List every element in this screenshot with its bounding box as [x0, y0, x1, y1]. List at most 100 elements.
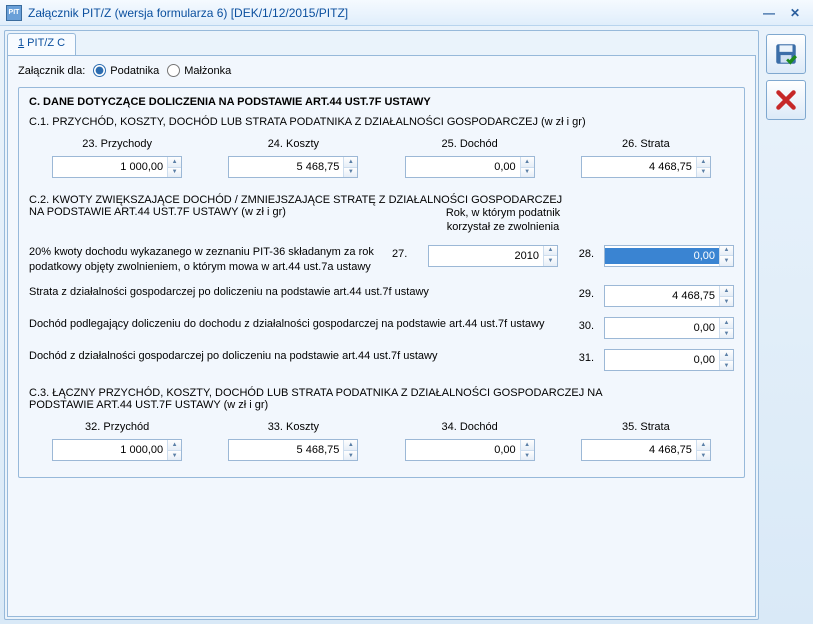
spinner-27[interactable]: ▲▼ — [543, 246, 557, 266]
field-25[interactable]: ▲▼ — [405, 156, 535, 178]
input-34[interactable] — [406, 442, 520, 458]
spin-down-icon[interactable]: ▼ — [720, 329, 733, 339]
section-c1-heading: C.1. PRZYCHÓD, KOSZTY, DOCHÓD LUB STRATA… — [29, 116, 734, 128]
field-33[interactable]: ▲▼ — [228, 439, 358, 461]
spin-up-icon[interactable]: ▲ — [697, 157, 710, 168]
spinner-28[interactable]: ▲▼ — [719, 246, 733, 266]
spin-down-icon[interactable]: ▼ — [544, 256, 557, 266]
spin-up-icon[interactable]: ▲ — [544, 246, 557, 257]
input-35[interactable] — [582, 442, 696, 458]
label-35: 35. Strata — [622, 421, 670, 433]
input-26[interactable] — [582, 159, 696, 175]
section-c2-heading-line1: C.2. KWOTY ZWIĘKSZAJĄCE DOCHÓD / ZMNIEJS… — [29, 194, 734, 206]
spin-up-icon[interactable]: ▲ — [168, 157, 181, 168]
section-c-panel: C. DANE DOTYCZĄCE DOLICZENIA NA PODSTAWI… — [18, 87, 745, 478]
input-31[interactable] — [605, 352, 719, 368]
field-27[interactable]: ▲▼ — [428, 245, 558, 267]
spinner-24[interactable]: ▲▼ — [343, 157, 357, 177]
radio-podatnika[interactable]: Podatnika — [93, 64, 159, 77]
spin-down-icon[interactable]: ▼ — [344, 451, 357, 461]
spin-down-icon[interactable]: ▼ — [720, 297, 733, 307]
label-23: 23. Przychody — [82, 138, 152, 150]
spin-up-icon[interactable]: ▲ — [720, 286, 733, 297]
spin-down-icon[interactable]: ▼ — [168, 168, 181, 178]
field-24[interactable]: ▲▼ — [228, 156, 358, 178]
label-33: 33. Koszty — [268, 421, 319, 433]
form-panel: 1 PIT/Z C Załącznik dla: Podatnika Małżo… — [4, 30, 759, 620]
spinner-30[interactable]: ▲▼ — [719, 318, 733, 338]
spin-down-icon[interactable]: ▼ — [720, 361, 733, 371]
radio-malzonka-label: Małżonka — [184, 65, 231, 77]
spin-up-icon[interactable]: ▲ — [521, 440, 534, 451]
row-27-number: 27. — [392, 245, 418, 260]
spin-down-icon[interactable]: ▼ — [697, 451, 710, 461]
save-button[interactable] — [766, 34, 806, 74]
row-27-text: 20% kwoty dochodu wykazanego w zeznaniu … — [29, 245, 382, 276]
input-30[interactable] — [605, 320, 719, 336]
cancel-button[interactable] — [766, 80, 806, 120]
field-30[interactable]: ▲▼ — [604, 317, 734, 339]
row-28-number: 28. — [568, 245, 594, 260]
spin-up-icon[interactable]: ▲ — [521, 157, 534, 168]
input-27[interactable] — [429, 248, 543, 264]
spinner-26[interactable]: ▲▼ — [696, 157, 710, 177]
spin-up-icon[interactable]: ▲ — [720, 350, 733, 361]
window-title: Załącznik PIT/Z (wersja formularza 6) [D… — [28, 6, 348, 20]
spin-up-icon[interactable]: ▲ — [720, 318, 733, 329]
spinner-33[interactable]: ▲▼ — [343, 440, 357, 460]
year-column-header: Rok, w którym podatnik korzystał ze zwol… — [438, 206, 568, 235]
title-bar: PIT Załącznik PIT/Z (wersja formularza 6… — [0, 0, 813, 26]
spinner-35[interactable]: ▲▼ — [696, 440, 710, 460]
field-32[interactable]: ▲▼ — [52, 439, 182, 461]
spin-down-icon[interactable]: ▼ — [521, 451, 534, 461]
field-29[interactable]: ▲▼ — [604, 285, 734, 307]
input-29[interactable] — [605, 288, 719, 304]
radio-malzonka[interactable]: Małżonka — [167, 64, 231, 77]
spin-down-icon[interactable]: ▼ — [521, 168, 534, 178]
field-31[interactable]: ▲▼ — [604, 349, 734, 371]
input-25[interactable] — [406, 159, 520, 175]
input-23[interactable] — [53, 159, 167, 175]
spinner-25[interactable]: ▲▼ — [520, 157, 534, 177]
field-35[interactable]: ▲▼ — [581, 439, 711, 461]
app-icon: PIT — [6, 5, 22, 21]
save-floppy-icon — [773, 41, 799, 67]
input-33[interactable] — [229, 442, 343, 458]
input-28[interactable] — [605, 248, 719, 264]
field-23[interactable]: ▲▼ — [52, 156, 182, 178]
row-31-text: Dochód z działalności gospodarczej po do… — [29, 349, 558, 364]
field-34[interactable]: ▲▼ — [405, 439, 535, 461]
minimize-button[interactable]: — — [757, 4, 781, 22]
spin-down-icon[interactable]: ▼ — [720, 256, 733, 266]
input-24[interactable] — [229, 159, 343, 175]
close-button[interactable]: ✕ — [783, 4, 807, 22]
input-32[interactable] — [53, 442, 167, 458]
label-24: 24. Koszty — [268, 138, 319, 150]
spin-up-icon[interactable]: ▲ — [697, 440, 710, 451]
spin-down-icon[interactable]: ▼ — [344, 168, 357, 178]
spinner-31[interactable]: ▲▼ — [719, 350, 733, 370]
attachment-for-label: Załącznik dla: — [18, 65, 85, 77]
spin-up-icon[interactable]: ▲ — [344, 157, 357, 168]
tab-pitz-c[interactable]: 1 PIT/Z C — [7, 33, 76, 55]
spinner-23[interactable]: ▲▼ — [167, 157, 181, 177]
spinner-29[interactable]: ▲▼ — [719, 286, 733, 306]
row-29-number: 29. — [568, 285, 594, 300]
spin-down-icon[interactable]: ▼ — [697, 168, 710, 178]
spinner-34[interactable]: ▲▼ — [520, 440, 534, 460]
row-31-number: 31. — [568, 349, 594, 364]
spin-up-icon[interactable]: ▲ — [344, 440, 357, 451]
field-28[interactable]: ▲▼ — [604, 245, 734, 267]
field-26[interactable]: ▲▼ — [581, 156, 711, 178]
spin-up-icon[interactable]: ▲ — [168, 440, 181, 451]
spinner-32[interactable]: ▲▼ — [167, 440, 181, 460]
toolbar — [763, 30, 809, 620]
tab-label: PIT/Z C — [24, 37, 65, 49]
radio-podatnika-input[interactable] — [93, 64, 106, 77]
section-c2-heading-line2: NA PODSTAWIE ART.44 UST.7F USTAWY (w zł … — [29, 206, 438, 235]
row-30-number: 30. — [568, 317, 594, 332]
label-34: 34. Dochód — [441, 421, 497, 433]
spin-up-icon[interactable]: ▲ — [720, 246, 733, 257]
radio-malzonka-input[interactable] — [167, 64, 180, 77]
spin-down-icon[interactable]: ▼ — [168, 451, 181, 461]
